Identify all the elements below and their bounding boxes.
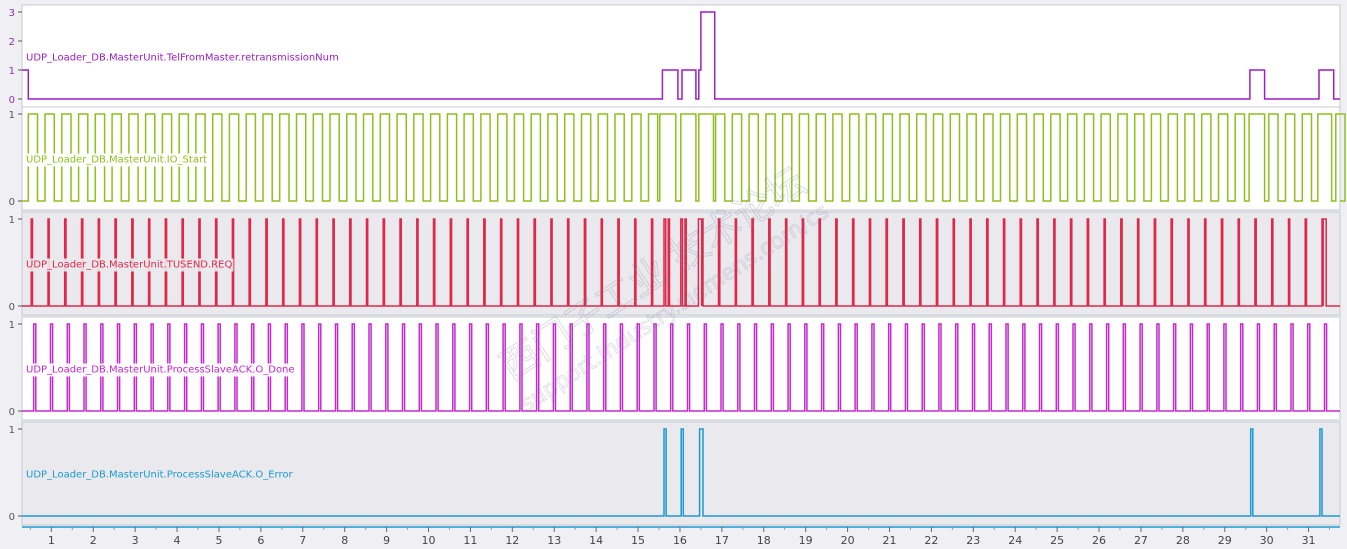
lane-3: 0 1 UDP_Loader_DB.MasterUnit.TUSEND.REQ — [9, 211, 1341, 316]
x-tick-label: 24 — [1008, 534, 1022, 547]
x-tick-label: 18 — [757, 534, 771, 547]
x-tick-label: 3 — [132, 534, 139, 547]
y-tick-label: 1 — [9, 320, 15, 331]
x-tick-label: 25 — [1050, 534, 1064, 547]
lane-1: 0 1 2 3 UDP_Loader_DB.MasterUnit.TelFromMast… — [9, 4, 1341, 109]
x-tick-label: 31 — [1302, 534, 1316, 547]
x-tick-label: 13 — [547, 534, 561, 547]
series-2-label: UDP_Loader_DB.MasterUnit.IO_Start — [26, 155, 207, 166]
x-tick-label: 23 — [966, 534, 980, 547]
lane-4: 0 1 UDP_Loader_DB.MasterUnit.ProcessSlaveA… — [9, 316, 1341, 421]
x-tick-label: 11 — [463, 534, 477, 547]
x-tick-label: 2 — [90, 534, 97, 547]
y-tick-label: 1 — [9, 425, 15, 436]
y-tick-label: 3 — [9, 8, 15, 19]
x-tick-label: 19 — [799, 534, 813, 547]
x-tick-label: 27 — [1134, 534, 1148, 547]
x-tick-label: 15 — [631, 534, 645, 547]
lane-5: 0 1 UDP_Loader_DB.MasterUnit.ProcessSlaveA… — [9, 421, 1341, 526]
x-tick-label: 28 — [1176, 534, 1190, 547]
x-tick-label: 29 — [1218, 534, 1232, 547]
series-1-label: UDP_Loader_DB.MasterUnit.TelFromMaster.r… — [26, 53, 339, 64]
x-tick-label: 10 — [422, 534, 436, 547]
x-tick-label: 7 — [299, 534, 306, 547]
y-tick-label: 1 — [9, 215, 15, 226]
y-tick-label: 2 — [9, 37, 15, 48]
x-tick-label: 12 — [505, 534, 519, 547]
series-4-label: UDP_Loader_DB.MasterUnit.ProcessSlaveACK… — [26, 365, 295, 376]
x-tick-label: 30 — [1260, 534, 1274, 547]
x-tick-label: 5 — [215, 534, 222, 547]
x-tick-label: 8 — [341, 534, 348, 547]
y-tick-label: 0 — [9, 197, 15, 208]
x-axis: 1 2 3 4 5 6 7 8 9 10 11 12 13 14 15 16 17 18 19 20 21 22 23 24 2… — [22, 526, 1340, 547]
y-tick-label: 0 — [9, 512, 15, 523]
x-tick-label: 1 — [48, 534, 55, 547]
x-tick-label: 21 — [882, 534, 896, 547]
lane-2: 0 1 UDP_Loader_DB.MasterUnit.IO_Start — [9, 106, 1346, 211]
y-tick-label: 0 — [9, 407, 15, 418]
series-3-label: UDP_Loader_DB.MasterUnit.TUSEND.REQ — [26, 260, 232, 271]
y-tick-label: 0 — [9, 95, 15, 106]
y-tick-label: 0 — [9, 302, 15, 313]
x-tick-label: 22 — [924, 534, 938, 547]
x-tick-label: 20 — [841, 534, 855, 547]
series-5-label: UDP_Loader_DB.MasterUnit.ProcessSlaveACK… — [26, 470, 294, 481]
x-tick-label: 4 — [174, 534, 181, 547]
y-tick-label: 1 — [9, 66, 15, 77]
y-tick-label: 1 — [9, 110, 15, 121]
x-tick-label: 14 — [589, 534, 603, 547]
logic-analyzer-trace-chart: 0123UDP_Loader_DB.MasterUnit.TelFromMast… — [9, 4, 1346, 547]
x-tick-label: 6 — [257, 534, 264, 547]
x-tick-label: 26 — [1092, 534, 1106, 547]
x-tick-label: 9 — [383, 534, 390, 547]
x-tick-label: 17 — [715, 534, 729, 547]
x-tick-label: 16 — [673, 534, 687, 547]
signal-lanes: 0 1 2 3 UDP_Loader_DB.MasterUnit.TelFromMast… — [9, 4, 1346, 526]
